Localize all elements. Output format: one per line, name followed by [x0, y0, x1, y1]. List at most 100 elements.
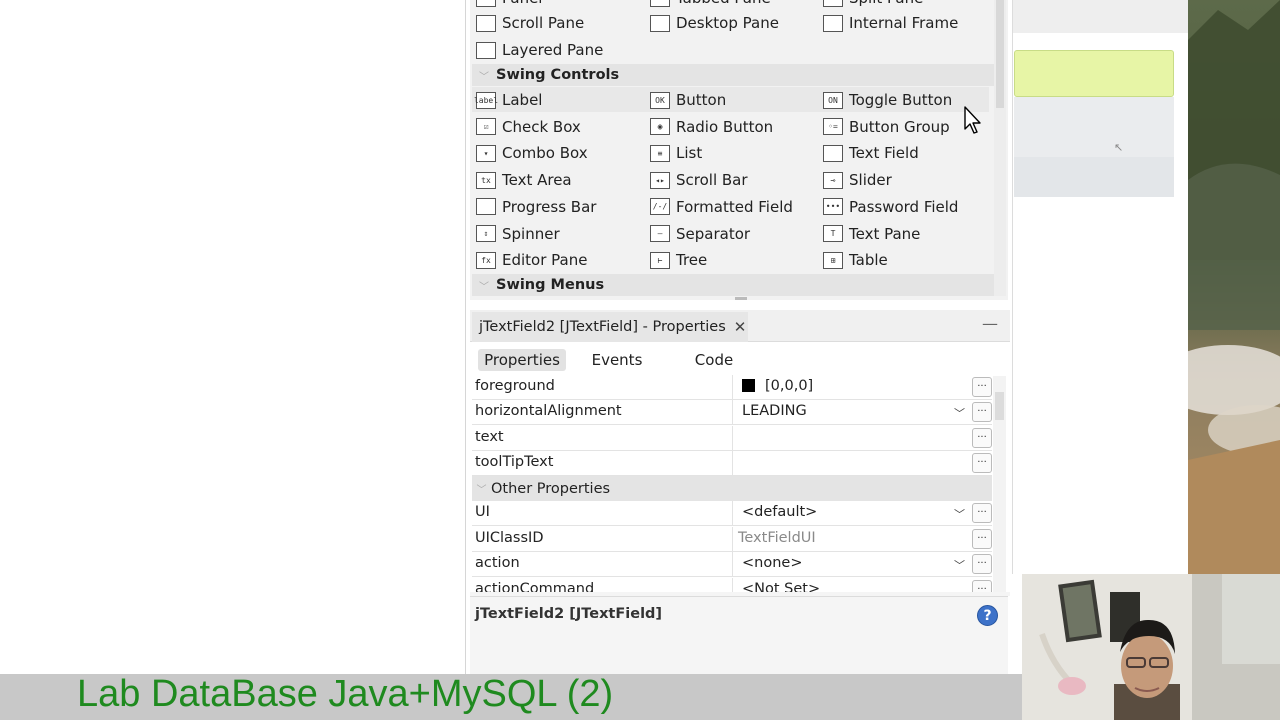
properties-window-tab[interactable]: jTextField2 [JTextField] - Properties ✕	[472, 312, 748, 342]
tabbed-pane-icon	[650, 0, 670, 7]
radio-button-icon: ◉	[650, 118, 670, 136]
text-field-icon	[823, 144, 843, 162]
tab-properties[interactable]: Properties	[478, 349, 566, 371]
close-icon[interactable]: ✕	[734, 318, 747, 336]
description-title: jTextField2 [JTextField]	[475, 606, 663, 622]
property-editor-button[interactable]: ...	[972, 452, 992, 473]
property-row-foreground[interactable]: foreground [0,0,0]...	[472, 375, 992, 400]
palette-item-table[interactable]: ⊞ Table	[823, 248, 888, 272]
palette-item-label[interactable]: label Label	[474, 88, 543, 112]
property-editor-button[interactable]: ...	[972, 427, 992, 448]
palette-item-button-group[interactable]: ◦= Button Group	[823, 115, 950, 139]
property-value[interactable]: <default>	[742, 504, 817, 520]
palette-item-label: Tree	[676, 251, 708, 270]
property-row-ui[interactable]: UI <default> ﹀...	[472, 501, 992, 526]
palette-item-label: List	[676, 144, 703, 163]
palette-item-label: Text Field	[849, 144, 919, 163]
palette-item-label: Radio Button	[676, 117, 774, 136]
property-category-other[interactable]: ﹀ Other Properties	[472, 476, 992, 501]
column-divider	[732, 375, 733, 400]
palette-item-internal-frame[interactable]: Internal Frame	[823, 11, 958, 35]
palette-item-label: Button	[676, 91, 727, 109]
palette-item-tree[interactable]: ⊢ Tree	[650, 248, 707, 272]
palette-item-toggle-button[interactable]: ON Toggle Button	[823, 88, 952, 112]
splitter-grip[interactable]	[735, 297, 747, 300]
palette-item-formatted-field[interactable]: /-/ Formatted Field	[650, 195, 793, 219]
palette-item-progress-bar[interactable]: Progress Bar	[476, 195, 596, 219]
palette-item-scroll-pane[interactable]: Scroll Pane	[476, 11, 584, 35]
separator-icon: —	[650, 225, 670, 242]
tab-code[interactable]: Code	[688, 349, 740, 371]
button-group-icon: ◦=	[823, 118, 843, 136]
form-field[interactable]	[1014, 97, 1174, 157]
check-box-icon: ☑	[476, 118, 496, 136]
panel-icon	[476, 0, 496, 7]
palette-scrollbar-thumb[interactable]	[996, 0, 1004, 108]
palette-item-text-area[interactable]: tx Text Area	[476, 168, 572, 192]
pointer-icon: ↖	[1114, 141, 1124, 154]
property-editor-button[interactable]: ...	[972, 503, 992, 523]
property-editor-button[interactable]: ...	[972, 377, 992, 397]
form-field[interactable]	[1014, 157, 1174, 197]
palette-item-slider[interactable]: ⊸ Slider	[823, 168, 892, 192]
palette-item-button[interactable]: OK Button	[650, 88, 726, 112]
property-editor-button[interactable]: ...	[972, 402, 992, 423]
palette-item-label: Combo Box	[502, 144, 588, 163]
palette-item-scroll-bar[interactable]: ◂▸ Scroll Bar	[650, 168, 748, 192]
palette-item-split-pane[interactable]: Split Pane	[823, 0, 923, 10]
palette-item-password-field[interactable]: ••• Password Field	[823, 195, 958, 219]
palette-item-label: Scroll Bar	[676, 171, 748, 190]
tab-events[interactable]: Events	[586, 349, 648, 371]
palette-item-label: Scroll Pane	[502, 14, 585, 32]
palette-item-combo-box[interactable]: ▾ Combo Box	[476, 141, 588, 165]
design-area-header	[1013, 0, 1188, 33]
chevron-down-icon[interactable]: ﹀	[954, 506, 965, 522]
palette-category-swing-controls[interactable]: ﹀ Swing Controls	[472, 64, 994, 86]
palette-item-layered-pane[interactable]: Layered Pane	[476, 38, 603, 62]
palette-item-text-pane[interactable]: T Text Pane	[823, 222, 920, 246]
palette-item-label: Label	[502, 91, 543, 109]
palette-item-desktop-pane[interactable]: Desktop Pane	[650, 11, 779, 35]
property-editor-button[interactable]: ...	[972, 554, 992, 574]
palette-item-label: Progress Bar	[502, 197, 597, 216]
property-value[interactable]: TextFieldUI	[738, 530, 816, 546]
palette-category-swing-menus[interactable]: ﹀ Swing Menus	[472, 274, 994, 296]
mouse-cursor-icon	[964, 106, 981, 134]
palette-item-label: Slider	[849, 171, 892, 190]
palette-item-text-field[interactable]: Text Field	[823, 141, 919, 165]
property-value[interactable]: [0,0,0]	[742, 378, 813, 394]
property-sheet-scrollbar-thumb[interactable]	[995, 392, 1004, 420]
property-editor-button[interactable]: ...	[972, 528, 992, 549]
property-row-uiclassid[interactable]: UIClassID TextFieldUI...	[472, 526, 992, 552]
palette-item-label: Table	[849, 251, 888, 270]
label-icon: label	[474, 91, 498, 109]
help-icon[interactable]: ?	[977, 605, 998, 626]
spinner-icon: ⇕	[476, 225, 496, 242]
palette-item-panel[interactable]: Panel	[476, 0, 542, 10]
minimize-icon[interactable]: —	[982, 316, 998, 334]
palette-item-check-box[interactable]: ☑ Check Box	[476, 115, 581, 139]
palette-item-spinner[interactable]: ⇕ Spinner	[476, 222, 560, 246]
selected-text-field[interactable]	[1014, 50, 1174, 97]
palette-item-editor-pane[interactable]: fx Editor Pane	[476, 248, 587, 272]
palette-item-label: Layered Pane	[502, 41, 604, 59]
palette-item-radio-button[interactable]: ◉ Radio Button	[650, 115, 773, 139]
property-row-action[interactable]: action <none> ﹀...	[472, 552, 992, 577]
property-value[interactable]: LEADING	[742, 403, 807, 419]
table-icon: ⊞	[823, 251, 843, 269]
palette-item-separator[interactable]: — Separator	[650, 222, 750, 246]
property-value[interactable]: <none>	[742, 555, 802, 571]
property-name: toolTipText	[475, 453, 554, 470]
palette-item-list[interactable]: ≡ List	[650, 141, 702, 165]
palette-item-tabbed-pane[interactable]: Tabbed Pane	[650, 0, 771, 10]
palette-item-label: Toggle Button	[849, 91, 953, 109]
list-icon: ≡	[650, 144, 670, 162]
chevron-down-icon[interactable]: ﹀	[954, 405, 965, 421]
tree-icon: ⊢	[650, 251, 670, 269]
palette-item-label: Spinner	[502, 224, 560, 243]
property-row-text[interactable]: text...	[472, 425, 992, 451]
property-row-horizontalalignment[interactable]: horizontalAlignment LEADING ﹀...	[472, 400, 992, 426]
palette-item-label: Editor Pane	[502, 251, 588, 270]
chevron-down-icon[interactable]: ﹀	[954, 557, 965, 573]
property-row-tooltiptext[interactable]: toolTipText...	[472, 450, 992, 476]
